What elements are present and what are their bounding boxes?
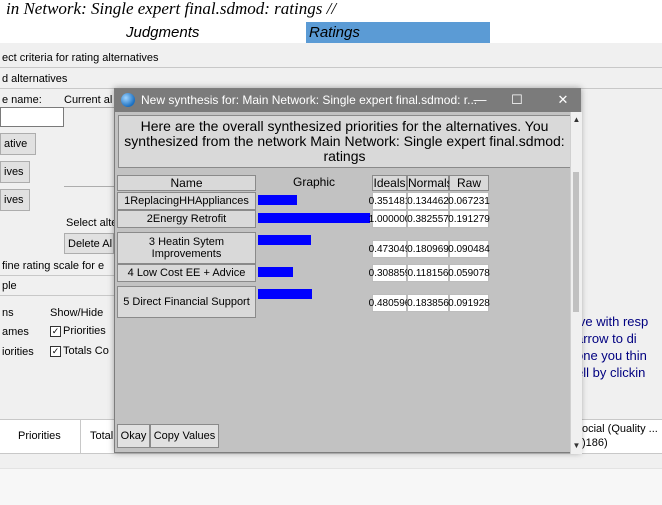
normals-cell: 0.183856 [407,294,449,312]
scroll-up-icon[interactable]: ▲ [571,114,582,126]
scroll-thumb[interactable] [573,172,579,312]
dialog-title: New synthesis for: Main Network: Single … [141,93,478,107]
priority-bar [258,213,370,223]
alternative-name-cell[interactable]: 3 Heatin Sytem Improvements [117,232,256,264]
priorities-checkbox[interactable]: ✓ Priorities [50,325,106,337]
alternative-name-cell[interactable]: 1ReplacingHHAppliances [117,192,256,210]
name-label: e name: [2,94,42,106]
instructions-line: ell by clickin [576,365,646,380]
current-alternatives-label: Current al [64,94,113,106]
priorities-label: iorities [2,346,34,358]
normals-cell: 0.180969 [407,240,449,258]
minimize-icon[interactable]: — [469,90,491,110]
show-hide-label: Show/Hide [50,307,104,319]
document-title: in Network: Single expert final.sdmod: r… [6,0,337,18]
dialog-title-bar[interactable]: New synthesis for: Main Network: Single … [115,89,580,112]
raw-cell: 0.059078 [448,264,490,282]
priority-bar [258,267,293,277]
column-divider [80,420,81,453]
priorities-checkbox-label: Priorities [63,325,106,337]
alternatives-button-1[interactable]: ives [0,161,30,183]
normals-column-header[interactable]: Normals [407,175,453,191]
name-column-header[interactable]: Name [117,175,256,191]
totals-checkbox-label: Totals Co [63,345,109,357]
raw-cell: 0.090484 [448,240,490,258]
raw-cell: 0.067231 [448,192,490,210]
synthesis-header-panel: Here are the overall synthesized priorit… [118,115,571,168]
instructions-line: one you thin [576,348,647,363]
alternatives-section-header: d alternatives [0,69,662,89]
copy-values-button[interactable]: Copy Values [150,424,219,448]
options-label: ns [2,307,14,319]
close-icon[interactable]: ✕ [552,90,574,110]
tab-judgments[interactable]: Judgments [120,22,306,43]
app-icon [121,93,135,107]
names-label: ames [2,326,29,338]
instructions-text: ive with resp arrow to di one you thin e… [576,313,662,381]
graphic-column-header[interactable]: Graphic [256,175,372,191]
priorities-column-header[interactable]: Priorities [18,430,61,442]
alternative-name-input[interactable] [0,107,64,127]
okay-button[interactable]: Okay [117,424,150,448]
normals-cell: 0.134462 [407,192,449,210]
priority-bar [258,235,311,245]
ideals-cell: 0.473049 [369,240,410,258]
current-alternatives-list[interactable] [64,107,116,187]
instructions-line: arrow to di [576,331,637,346]
delete-all-button[interactable]: Delete Al [64,233,114,254]
alternative-name-cell[interactable]: 2Energy Retrofit [117,210,256,228]
ideals-cell: 1.000000 [369,210,410,228]
total-column-header[interactable]: Total [90,430,113,442]
priority-bar [258,195,297,205]
add-alternative-button[interactable]: ative [0,133,36,155]
tab-ratings[interactable]: Ratings [306,22,490,43]
ideals-cell: 0.308859 [369,264,410,282]
alternatives-button-2[interactable]: ives [0,189,30,211]
raw-column-header[interactable]: Raw [449,175,489,191]
vertical-scrollbar[interactable]: ▲ ▼ [570,112,582,454]
ideals-cell: 0.351481 [369,192,410,210]
ideals-column-header[interactable]: Ideals [372,175,407,191]
raw-cell: 0.191279 [448,210,490,228]
social-column-header[interactable]: ocial (Quality ... [582,423,658,435]
synthesis-dialog: New synthesis for: Main Network: Single … [114,88,582,454]
ideals-cell: 0.480596 [369,294,410,312]
checkbox-checked-icon: ✓ [50,325,61,337]
normals-cell: 0.118156 [407,264,449,282]
status-area [0,468,662,505]
totals-checkbox[interactable]: ✓ Totals Co [50,345,109,357]
select-criteria-link[interactable]: ect criteria for rating alternatives [0,48,662,68]
priority-bar [258,289,312,299]
sample-label: ple [0,276,114,296]
select-alternative-label: Select alte [66,217,118,229]
scroll-down-icon[interactable]: ▼ [571,440,582,452]
social-column-value: )186) [582,437,608,449]
checkbox-checked-icon: ✓ [50,345,61,357]
define-rating-scale-link[interactable]: fine rating scale for e [0,256,114,276]
normals-cell: 0.382557 [407,210,449,228]
synthesis-description: Here are the overall synthesized priorit… [124,118,565,164]
alternative-name-cell[interactable]: 5 Direct Financial Support [117,286,256,318]
raw-cell: 0.091928 [448,294,490,312]
maximize-icon[interactable]: ☐ [506,90,528,110]
instructions-line: ive with resp [576,314,649,329]
alternative-name-cell[interactable]: 4 Low Cost EE + Advice [117,264,256,282]
